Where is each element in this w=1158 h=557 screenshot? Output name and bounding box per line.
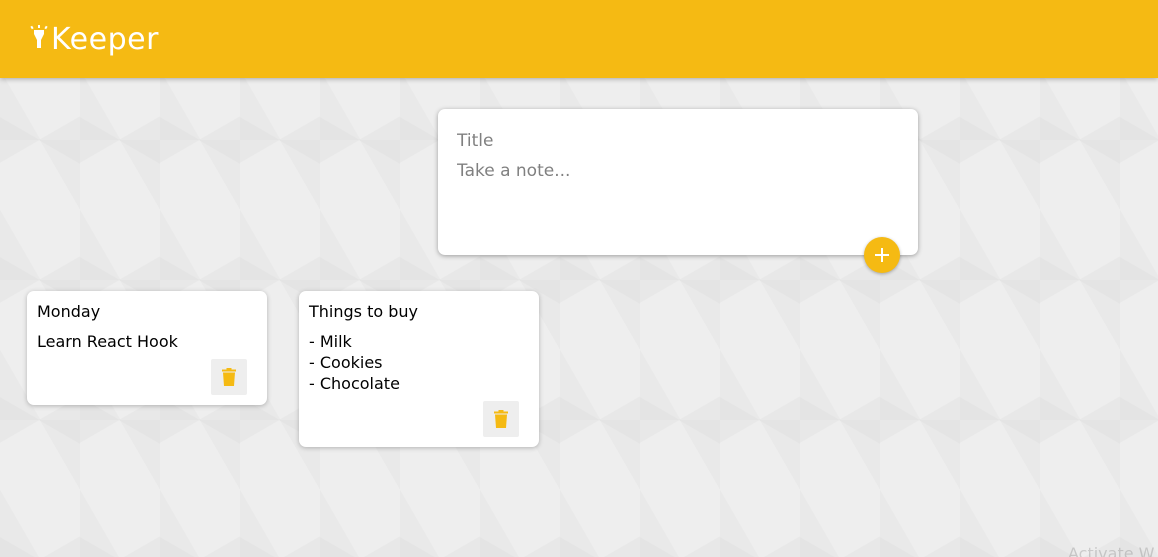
- note-title: Things to buy: [309, 302, 418, 321]
- note-title-input[interactable]: [457, 129, 899, 153]
- trash-icon: [222, 368, 236, 386]
- note-content-line: - Chocolate: [309, 374, 400, 393]
- trash-icon: [494, 410, 508, 428]
- delete-note-button[interactable]: [483, 401, 519, 437]
- plus-icon: [875, 248, 889, 262]
- add-note-button[interactable]: [864, 237, 900, 273]
- delete-note-button[interactable]: [211, 359, 247, 395]
- app-title: Keeper: [51, 21, 159, 57]
- note-card: Things to buy - Milk - Cookies - Chocola…: [299, 291, 539, 447]
- highlight-icon: [30, 25, 48, 48]
- note-card: Monday Learn React Hook: [27, 291, 267, 405]
- note-content-line: - Milk: [309, 332, 352, 351]
- note-content-line: - Cookies: [309, 353, 383, 372]
- note-content-input[interactable]: [457, 161, 899, 231]
- note-content-line: Learn React Hook: [37, 332, 178, 351]
- note-content: - Milk - Cookies - Chocolate: [309, 331, 529, 394]
- activation-watermark: Activate W: [1068, 544, 1155, 557]
- create-note-form: [438, 109, 918, 255]
- app-header: Keeper: [0, 0, 1158, 78]
- note-content: Learn React Hook: [37, 331, 257, 352]
- note-title: Monday: [37, 302, 101, 321]
